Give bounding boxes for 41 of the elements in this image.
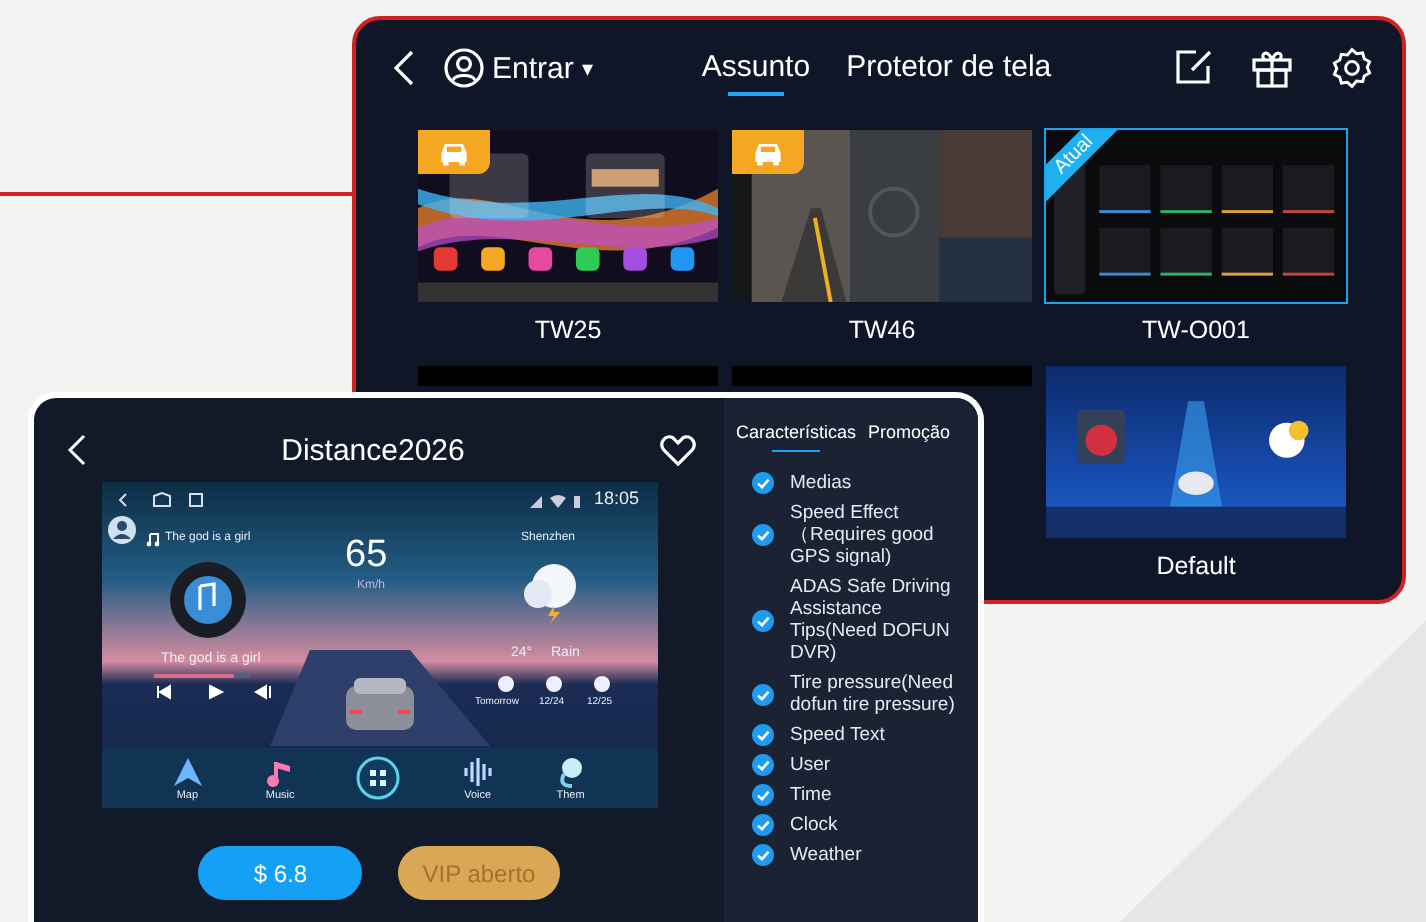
user-icon	[444, 48, 484, 88]
playback-controls[interactable]	[153, 684, 273, 700]
feature-label: Speed Text	[790, 724, 887, 746]
tab[interactable]: Características	[736, 418, 857, 452]
feature-label: ADAS Safe Driving Assistance Tips(Need DOFUN DVR)	[790, 576, 953, 664]
speed-value: 65	[345, 534, 388, 578]
feature-label: Medias	[790, 472, 854, 494]
feature-label: Speed Effect（Requires good GPS signal)	[790, 502, 936, 568]
account-button[interactable]: Entrar ▾	[444, 48, 594, 88]
feature-label: User	[790, 754, 833, 776]
feature-label: Time	[790, 784, 834, 806]
settings-icon[interactable]	[1330, 46, 1374, 90]
theme-icon[interactable]	[554, 755, 587, 787]
avatar-icon	[107, 516, 135, 544]
forecast-icon	[591, 676, 611, 692]
back-icon[interactable]	[66, 434, 86, 466]
tab[interactable]: Promoção	[868, 418, 951, 452]
feature-label: Clock	[790, 814, 840, 836]
forecast-icon	[543, 676, 563, 692]
navigation-bar-icons	[117, 492, 205, 508]
theme-name: TW-O001	[1142, 314, 1250, 346]
theme-name: TW46	[848, 314, 916, 346]
feature-label: Weather	[790, 844, 864, 866]
heart-icon[interactable]	[660, 434, 696, 466]
home-button-icon[interactable]	[356, 756, 401, 800]
theme-title: Distance2026	[279, 433, 467, 467]
map-icon[interactable]	[171, 755, 204, 787]
feature-label: Tire pressure(Need dofun tire pressure)	[790, 672, 957, 716]
music-note-icon	[145, 532, 161, 548]
music-disc-icon	[169, 562, 245, 638]
tab[interactable]: Assunto	[701, 41, 811, 95]
gift-icon[interactable]	[1250, 46, 1294, 90]
voice-icon[interactable]	[461, 755, 494, 787]
tab[interactable]: Protetor de tela	[846, 41, 1052, 95]
theme-name: Default	[1156, 550, 1236, 582]
theme-name: TW25	[534, 314, 602, 346]
edit-icon[interactable]	[1174, 48, 1214, 88]
status-time: 18:05	[593, 488, 639, 508]
back-icon[interactable]	[392, 50, 416, 86]
forecast-icon	[495, 676, 515, 692]
status-icons	[529, 492, 581, 508]
